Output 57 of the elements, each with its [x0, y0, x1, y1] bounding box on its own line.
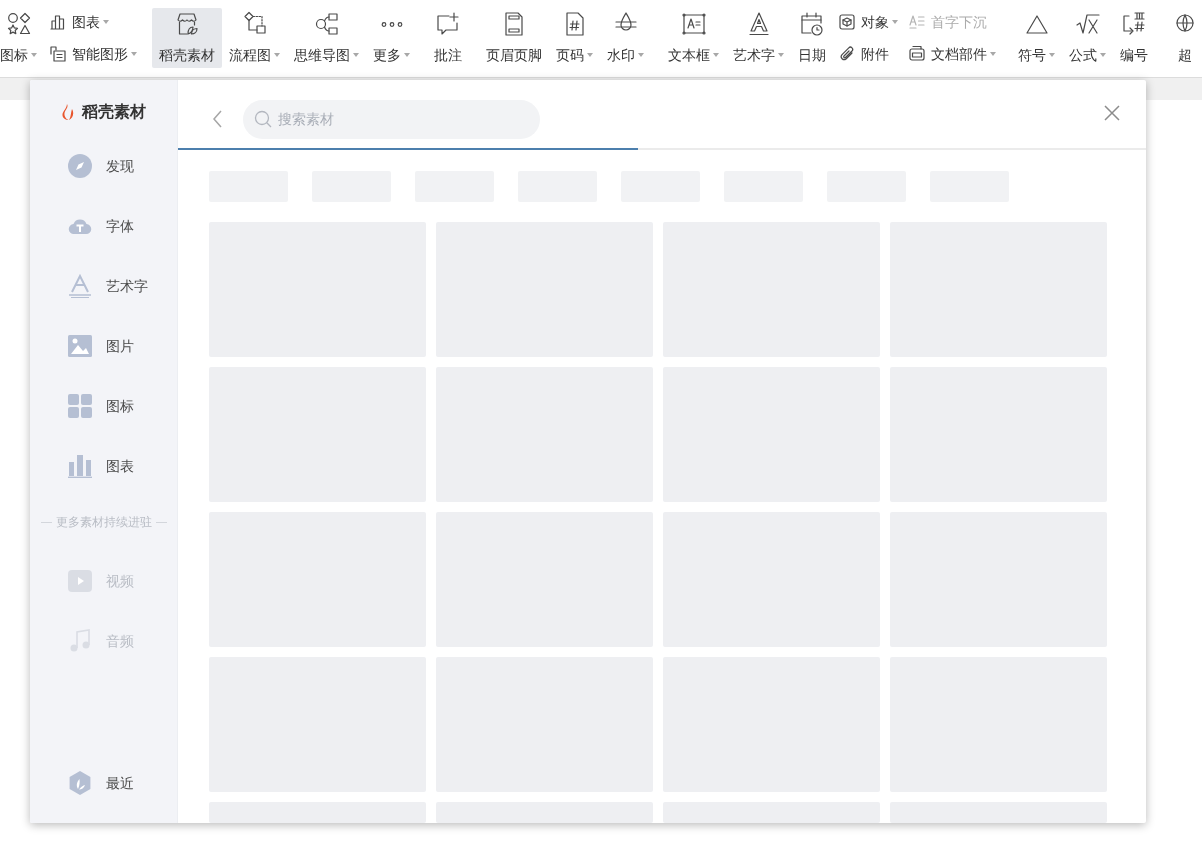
category-item[interactable]: 图标 — [30, 376, 177, 436]
toolbar-button[interactable]: 批注 — [427, 8, 469, 68]
category-item[interactable]: 发现 — [30, 136, 177, 196]
grid-icon — [68, 394, 92, 418]
toolbar-button[interactable]: 页码 — [549, 8, 600, 68]
paperclip-icon — [838, 45, 856, 63]
toolbar-button[interactable]: 超 — [1165, 8, 1202, 68]
close-icon[interactable] — [1104, 105, 1120, 121]
search-field[interactable]: 搜索素材 — [243, 99, 540, 139]
back-chevron-icon[interactable] — [211, 110, 223, 128]
cube-icon — [838, 13, 856, 31]
toolbar-button[interactable]: 艺术字 — [726, 8, 791, 68]
search-icon — [254, 109, 272, 128]
recent-item[interactable]: 最近 — [30, 753, 177, 813]
toolbar-button[interactable]: 对象 — [838, 12, 898, 32]
calendar-icon — [799, 11, 825, 37]
toolbar-button[interactable]: 思维导图 — [287, 8, 366, 68]
play-icon — [68, 569, 92, 593]
more-icon — [380, 21, 403, 27]
toolbar-button[interactable]: 页眉页脚 — [479, 8, 549, 68]
panel-title: 稻壳素材 — [81, 102, 146, 122]
toolbar-button[interactable]: 更多 — [366, 8, 417, 68]
shapes-icon — [5, 11, 32, 37]
toolbar-button[interactable]: 水印 — [600, 8, 651, 68]
storefront-icon — [174, 11, 200, 37]
text-box-icon — [680, 11, 707, 37]
toolbar-button[interactable]: 符号 — [1011, 8, 1062, 68]
flame-logo-icon — [61, 104, 74, 120]
toolbar-button[interactable]: 智能图形 — [49, 44, 137, 64]
toolbar-button[interactable]: 文本框 — [661, 8, 726, 68]
bar-chart-icon — [49, 13, 67, 31]
toolbar-button[interactable]: 公式 — [1062, 8, 1113, 68]
toolbar-button[interactable]: 流程图 — [222, 8, 287, 68]
hexagon-leaf-icon — [68, 771, 92, 795]
mind-map-icon — [313, 11, 340, 37]
toolbar-button[interactable]: 日期 — [791, 8, 833, 68]
toolbar-button[interactable]: 编号 — [1113, 8, 1155, 68]
category-item[interactable]: 字体 — [30, 196, 177, 256]
flowchart-icon — [241, 11, 268, 37]
bar-chart-icon — [68, 454, 92, 478]
category-item[interactable]: 艺术字 — [30, 256, 177, 316]
toolbar-button[interactable]: 图标 — [0, 8, 44, 68]
drop-cap-icon — [908, 13, 926, 31]
music-note-icon — [68, 629, 92, 653]
smart-graphic-icon — [49, 45, 67, 63]
category-item[interactable]: 图片 — [30, 316, 177, 376]
letter-icon — [68, 274, 92, 298]
document-part-icon — [908, 45, 926, 63]
category-item[interactable]: 图表 — [30, 436, 177, 496]
toolbar-button[interactable]: 文档部件 — [908, 44, 996, 64]
image-icon — [68, 334, 92, 358]
numbering-icon — [1121, 11, 1147, 37]
toolbar-button[interactable]: 稻壳素材 — [152, 8, 222, 68]
toolbar-button[interactable]: 附件 — [838, 44, 898, 64]
compass-icon — [68, 154, 92, 178]
toolbar-button[interactable]: 图表 — [49, 12, 137, 32]
comment-icon — [435, 11, 461, 37]
